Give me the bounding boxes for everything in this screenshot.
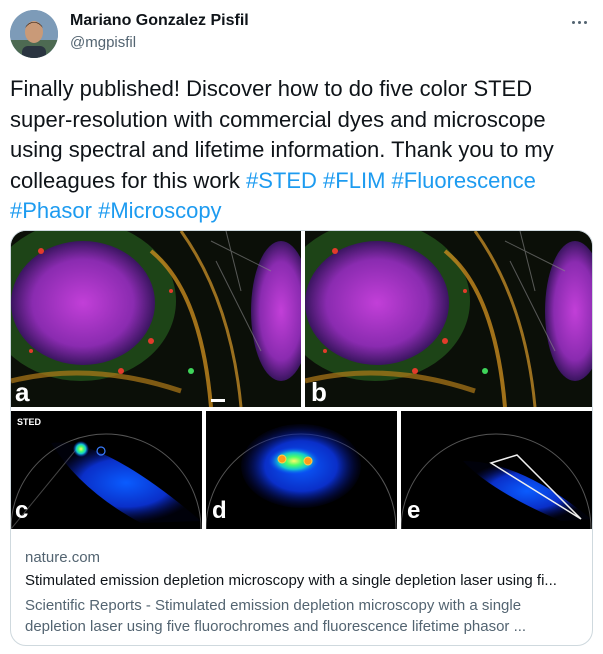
user-avatar-photo [10,10,58,58]
card-meta[interactable]: nature.com Stimulated emission depletion… [11,531,592,645]
panel-label-b: b [311,377,327,407]
author-avatar[interactable] [10,10,58,58]
panel-d: d [206,411,397,529]
more-horizontal-icon[interactable] [568,10,592,34]
panel-c-title: STED [17,417,42,427]
hashtag-link[interactable]: #Microscopy [98,198,221,223]
panel-b: b [305,231,592,407]
card-domain: nature.com [25,549,101,566]
panel-label-c: c [15,497,29,524]
hashtag-link[interactable]: #Fluorescence [392,168,536,193]
link-card[interactable]: a b STED c d e nature.com Stimulated emi… [10,230,593,646]
panel-label-a: a [15,377,30,407]
card-description: Scientific Reports - Stimulated emission… [25,597,527,635]
hashtag-link[interactable]: #FLIM [323,168,385,193]
panel-a: a [11,231,301,407]
card-image: a b STED c d e [11,231,592,531]
panel-e: e [401,411,592,529]
author-handle[interactable]: @mgpisfil [70,34,136,51]
panel-label-d: d [212,497,227,524]
panel-label-e: e [407,497,421,524]
hashtag-link[interactable]: #STED [246,168,317,193]
author-name[interactable]: Mariano Gonzalez Pisfil [70,12,249,30]
panel-c: STED c [11,411,202,529]
card-title: Stimulated emission depletion microscopy… [25,572,557,589]
tweet-text: Finally published! Discover how to do fi… [10,74,595,227]
hashtag-link[interactable]: #Phasor [10,198,92,223]
